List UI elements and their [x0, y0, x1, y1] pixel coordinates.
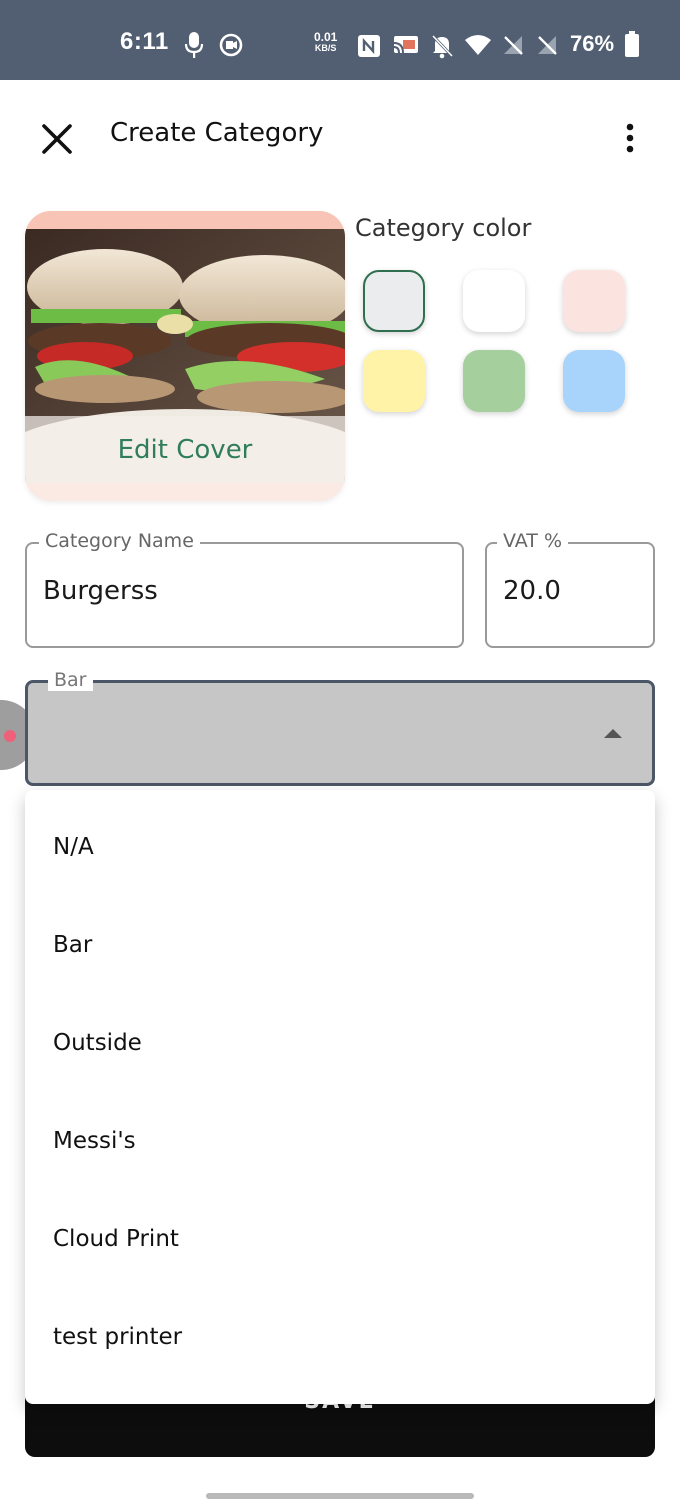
color-swatch[interactable] [463, 270, 525, 332]
status-bar: 6:11 0.01 KB/S 76% [0, 0, 680, 80]
more-options-icon[interactable] [614, 120, 646, 156]
cover-card[interactable]: Edit Cover [25, 211, 345, 501]
record-indicator-dot [4, 730, 16, 742]
dropdown-option[interactable]: Bar [25, 896, 655, 994]
color-swatch[interactable] [463, 350, 525, 412]
signal-off-icon-2 [538, 36, 557, 55]
category-name-value: Burgerss [43, 576, 158, 606]
category-color-title: Category color [355, 214, 532, 242]
category-name-label: Category Name [39, 530, 200, 552]
cast-icon [393, 36, 418, 54]
status-time: 6:11 [120, 28, 169, 55]
dropdown-option[interactable]: Cloud Print [25, 1190, 655, 1288]
wifi-icon [465, 35, 491, 55]
vat-label: VAT % [497, 530, 569, 552]
network-speed-unit: KB/S [314, 43, 337, 53]
app-header: Create Category [0, 80, 680, 190]
printer-dropdown-label: Bar [48, 669, 93, 691]
color-swatch[interactable] [363, 350, 425, 412]
mute-icon [431, 34, 454, 59]
color-swatch[interactable] [563, 270, 625, 332]
vat-field[interactable]: VAT % 20.0 [485, 530, 655, 648]
dropdown-option[interactable]: N/A [25, 798, 655, 896]
screen-record-icon [219, 33, 243, 57]
dropdown-option[interactable]: Outside [25, 994, 655, 1092]
caret-up-icon[interactable] [604, 729, 622, 738]
microphone-icon [184, 32, 204, 58]
printer-dropdown-menu: N/A Bar Outside Messi's Cloud Print test prin… [25, 790, 655, 1404]
dropdown-option[interactable]: test printer [25, 1288, 655, 1386]
vat-value: 20.0 [503, 576, 561, 606]
network-speed: 0.01 KB/S [314, 30, 338, 54]
network-speed-value: 0.01 [314, 30, 338, 44]
dropdown-option[interactable]: Messi's [25, 1092, 655, 1190]
category-name-field[interactable]: Category Name Burgerss [25, 530, 464, 648]
page-title: Create Category [110, 118, 324, 148]
battery-percentage: 76% [570, 31, 615, 56]
printer-dropdown[interactable]: Bar [25, 669, 655, 786]
edit-cover-button[interactable]: Edit Cover [25, 435, 345, 465]
color-swatch[interactable] [563, 350, 625, 412]
battery-icon [625, 31, 639, 57]
cover-top-strip [25, 211, 345, 229]
nfc-icon [358, 35, 380, 57]
color-swatch[interactable] [363, 270, 425, 332]
close-icon[interactable] [34, 116, 80, 162]
gesture-bar[interactable] [206, 1493, 474, 1499]
signal-off-icon [504, 36, 523, 55]
